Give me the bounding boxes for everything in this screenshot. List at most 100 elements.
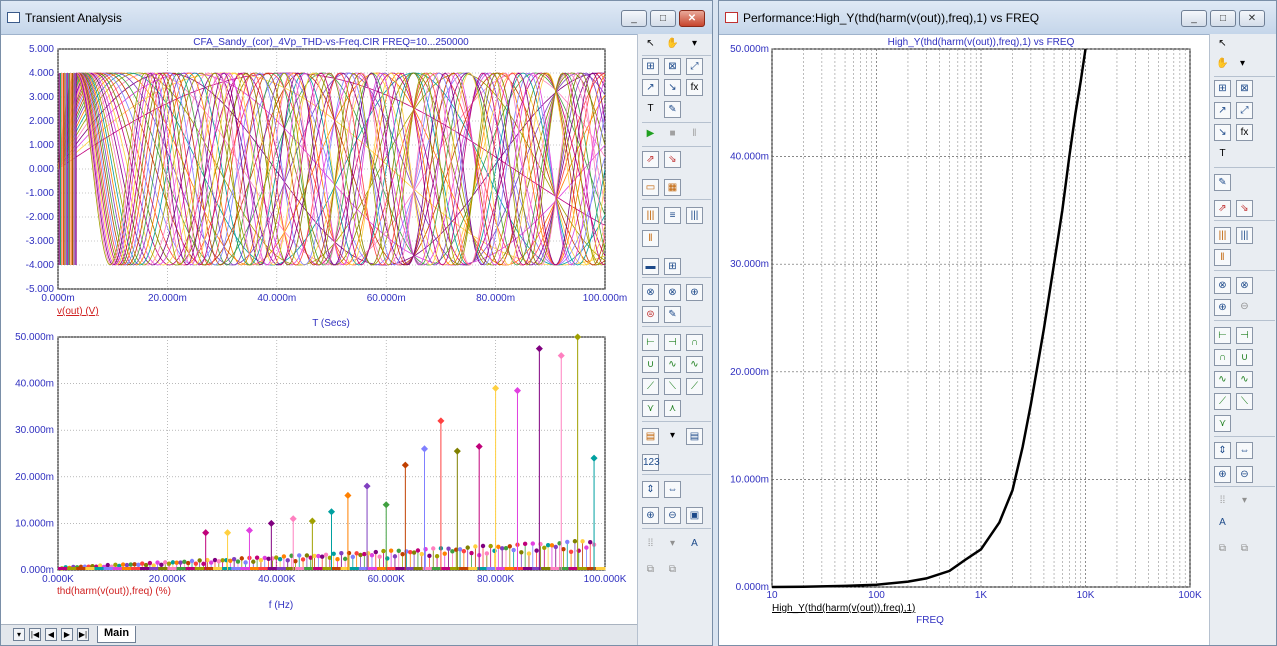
copy-icon[interactable]: ⧉ [1214,541,1231,558]
function-icon[interactable]: fx [1236,124,1253,141]
properties-icon[interactable]: ⊖ [1236,299,1253,316]
peak-icon[interactable]: ⊗ [1214,277,1231,294]
paste-icon[interactable]: ⧉ [664,562,681,579]
peak-find-icon[interactable]: ∩ [1214,349,1231,366]
select-mode-icon[interactable]: ↖ [642,36,659,53]
zoom-in-icon[interactable]: ⊕ [1214,466,1231,483]
stack-icon[interactable]: ⊜ [642,306,659,323]
tag-mode-icon[interactable]: ⇘ [664,151,681,168]
pause-icon[interactable]: ‖ [686,126,703,143]
restore-button[interactable]: □ [1210,10,1236,27]
separate-curves-icon[interactable]: ▬ [642,258,659,275]
valley-find-icon[interactable]: ∪ [642,356,659,373]
dropdown-arrow-icon[interactable]: ▾ [686,36,703,53]
peak-icon[interactable]: ⊗ [642,284,659,301]
properties-icon[interactable]: ✎ [664,306,681,323]
search-icon[interactable]: ⊕ [1214,299,1231,316]
annotate-icon[interactable]: ✎ [664,101,681,118]
valley-icon[interactable]: ⊗ [664,284,681,301]
dropdown-icon[interactable]: ▾ [13,628,25,641]
scale-icon[interactable]: ⊞ [642,58,659,75]
vertical-grid-icon[interactable]: ||| [1214,227,1231,244]
global-low-icon[interactable]: ⟋ [686,378,703,395]
cursor-left-icon[interactable]: ⊢ [642,334,659,351]
text-icon[interactable]: T [642,101,659,118]
cursor-icon[interactable]: ↗ [642,79,659,96]
go-to-y-icon[interactable]: ⇔ [664,481,681,498]
top-icon[interactable]: ⋏ [664,400,681,417]
scale-icon[interactable]: ⊞ [1214,80,1231,97]
cursor-icon[interactable]: ↗ [1214,102,1231,119]
color-palette-icon[interactable]: ⁞⁞ [1214,493,1231,510]
cursor-mode-icon[interactable]: ↘ [664,79,681,96]
palette-dropdown-icon[interactable]: ▾ [1236,493,1253,510]
zoom-box-icon[interactable]: ⊠ [664,58,681,75]
color-palette-icon[interactable]: ⁞⁞ [642,536,659,553]
perf-plot-area[interactable]: 10 100 1K 10K 100K50.000m40.000m30.000m20.00… [730,44,1202,601]
high-icon[interactable]: ∿ [664,356,681,373]
high-icon[interactable]: ∿ [1214,371,1231,388]
annotate-icon[interactable]: ✎ [1214,174,1231,191]
top-plot-area[interactable]: 5.000 4.000 3.000 2.000 1.000 0.000 -1.000 -2.0… [26,44,628,304]
low-icon[interactable]: ∿ [1236,371,1253,388]
text-icon[interactable]: T [1214,146,1231,163]
bottom-legend-label[interactable]: thd(harm(v(out)),freq) (%) [57,586,171,597]
vertical-grid-icon[interactable]: ||| [642,207,659,224]
clipboard-dropdown-icon[interactable]: ▾ [664,428,681,445]
grid-icon[interactable]: ▦ [664,179,681,196]
go-to-y-icon[interactable]: ⇔ [1236,442,1253,459]
zoom-box-icon[interactable]: ⊠ [1236,80,1253,97]
low-icon[interactable]: ∿ [686,356,703,373]
paste-icon[interactable]: ⧉ [1236,541,1253,558]
horizontal-grid-icon[interactable]: ≡ [664,207,681,224]
minor-grid-icon[interactable]: ||| [686,207,703,224]
top-legend-label[interactable]: v(out) (V) [57,306,99,317]
palette-dropdown-icon[interactable]: ▾ [664,536,681,553]
close-button[interactable]: ✕ [679,10,705,27]
data-points-icon[interactable]: ‖ [642,230,659,247]
global-high-icon[interactable]: ⟍ [664,378,681,395]
tab-main[interactable]: Main [97,626,137,643]
next-page-icon[interactable]: ▶ [61,628,73,641]
right-titlebar[interactable]: Performance:High_Y(thd(harm(v(out)),freq… [719,1,1276,35]
font-icon[interactable]: A [686,536,703,553]
full-scale-icon[interactable]: ⤢ [1236,102,1253,119]
full-scale-icon[interactable]: ⤢ [686,58,703,75]
minor-grid-icon[interactable]: ||| [1236,227,1253,244]
cursor-right-icon[interactable]: ⊣ [664,334,681,351]
cursor-mode-icon[interactable]: ↘ [1214,124,1231,141]
pan-icon[interactable]: ✋ [664,36,681,53]
copy-icon[interactable]: ⧉ [642,562,659,579]
pan-icon[interactable]: ✋ [1214,56,1231,73]
slope-icon[interactable]: ⋎ [1214,415,1231,432]
tag-mode-icon[interactable]: ⇘ [1236,200,1253,217]
dropdown-arrow-icon[interactable]: ▾ [1234,56,1251,73]
cursor-right-icon[interactable]: ⊣ [1236,327,1253,344]
valley-icon[interactable]: ⊗ [1236,277,1253,294]
search-icon[interactable]: ⊕ [686,284,703,301]
go-to-x-icon[interactable]: ⇕ [1214,442,1231,459]
tag-icon[interactable]: ⇗ [1214,200,1231,217]
font-icon[interactable]: A [1214,515,1231,532]
zoom-out-icon[interactable]: ⊖ [1236,466,1253,483]
zoom-full-icon[interactable]: ▣ [686,507,703,524]
inflection-icon[interactable]: ⟋ [1214,393,1231,410]
restore-button[interactable]: □ [650,10,676,27]
run-icon[interactable]: ▶ [642,126,659,143]
numeric-output-icon[interactable]: 123 [642,454,660,471]
perf-legend-label[interactable]: High_Y(thd(harm(v(out)),freq),1) [772,603,915,614]
prev-page-icon[interactable]: ◀ [45,628,57,641]
last-page-icon[interactable]: ▶| [77,628,89,641]
data-points-icon[interactable]: ‖ [1214,249,1231,266]
select-mode-icon[interactable]: ↖ [1214,36,1231,53]
close-button[interactable]: ✕ [1239,10,1265,27]
function-icon[interactable]: fx [686,79,703,96]
tag-icon[interactable]: ⇗ [642,151,659,168]
minimize-button[interactable]: _ [621,10,647,27]
bottom-plot-area[interactable]: 50.000m 40.000m 30.000m 20.000m 10.000m 0.000… [15,332,627,585]
zoom-out-icon[interactable]: ⊖ [664,507,681,524]
inflection-icon[interactable]: ⟋ [642,378,659,395]
slope-icon[interactable]: ⋎ [642,400,659,417]
left-titlebar[interactable]: Transient Analysis _ □ ✕ [1,1,712,35]
valley-find-icon[interactable]: ∪ [1236,349,1253,366]
